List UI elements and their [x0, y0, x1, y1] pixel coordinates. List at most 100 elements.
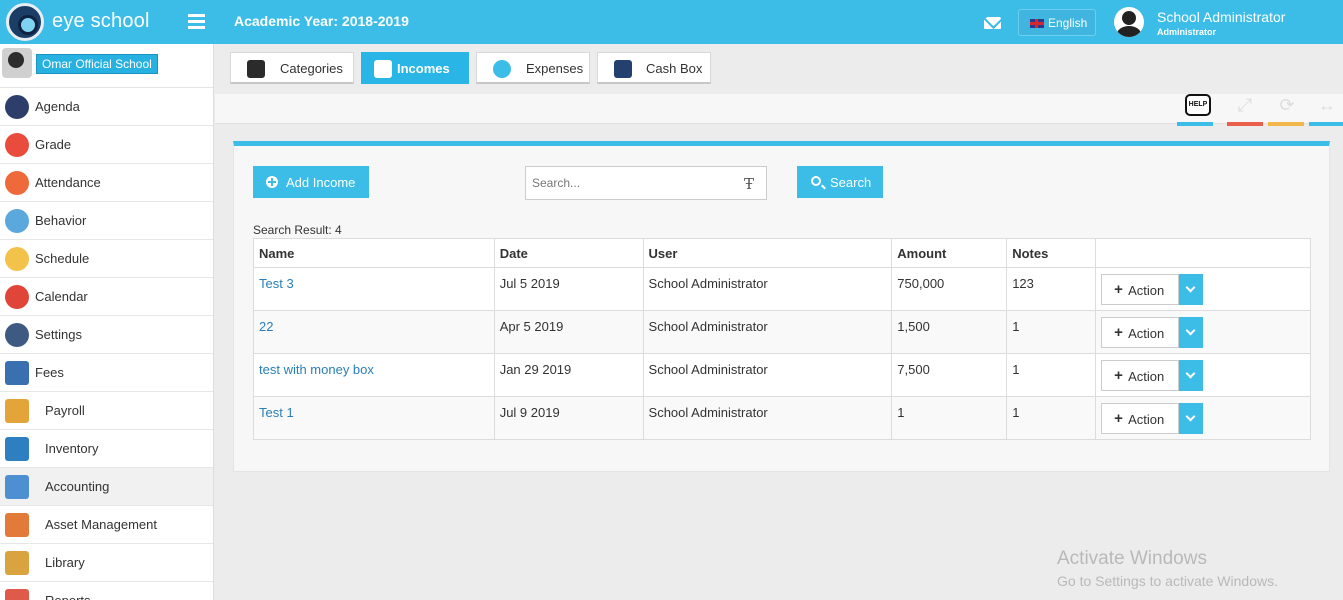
avatar[interactable]: [1114, 7, 1144, 37]
tab-expenses[interactable]: Expenses: [476, 52, 590, 84]
eye-school-logo[interactable]: [6, 3, 44, 41]
tab-categories[interactable]: Categories: [230, 52, 354, 84]
table-row: 22 Apr 5 2019 School Administrator 1,500 1 + A…: [253, 310, 1311, 354]
tab-cash-box[interactable]: Cash Box: [597, 52, 711, 84]
refresh-underline: [1268, 122, 1304, 126]
sidebar-item-calendar[interactable]: Calendar: [0, 278, 213, 316]
search-result-count: Search Result: 4: [253, 223, 342, 237]
cell-name: Test 1: [253, 396, 495, 440]
column-header-amount: Amount: [891, 238, 1008, 268]
incomes-icon: [374, 60, 392, 78]
help-icon[interactable]: HELP: [1185, 94, 1211, 116]
library-icon: [5, 551, 29, 575]
column-header-user: User: [642, 238, 893, 268]
reports-icon: [5, 589, 29, 600]
cell-actions: + Action: [1095, 353, 1311, 397]
attendance-icon: [5, 171, 29, 195]
sidebar-item-label: Fees: [35, 365, 64, 380]
fees-icon: [5, 361, 29, 385]
sidebar-item-schedule[interactable]: Schedule: [0, 240, 213, 278]
search-box: Ŧ: [525, 166, 767, 200]
action-label: Action: [1128, 326, 1165, 341]
sidebar-item-settings[interactable]: Settings: [0, 316, 213, 354]
incomes-table: Name Date User Amount Notes Test 3 Jul 5 …: [253, 238, 1311, 440]
sidebar-item-label: Schedule: [35, 251, 90, 266]
add-income-button[interactable]: Add Income: [253, 166, 369, 198]
search-button-label: Search: [830, 175, 872, 190]
accounting-icon: [5, 475, 29, 499]
action-button[interactable]: + Action: [1101, 317, 1180, 348]
sidebar-item-attendance[interactable]: Attendance: [0, 164, 213, 202]
user-name[interactable]: School Administrator: [1157, 9, 1285, 25]
sidebar-item-behavior[interactable]: Behavior: [0, 202, 213, 240]
expand-horizontal-icon[interactable]: ↔: [1317, 96, 1337, 114]
sidebar-item-agenda[interactable]: Agenda: [0, 88, 213, 126]
cell-amount: 750,000: [891, 267, 1008, 311]
mail-icon[interactable]: [984, 17, 1001, 29]
uk-flag-icon: [1030, 19, 1044, 28]
grade-icon: [5, 133, 29, 157]
sidebar-item-label: Calendar: [35, 289, 88, 304]
sidebar-item-reports[interactable]: Reports: [0, 582, 213, 600]
payroll-icon: [5, 399, 29, 423]
action-dropdown-toggle[interactable]: [1179, 403, 1204, 434]
language-button[interactable]: English: [1018, 9, 1096, 36]
school-name-badge[interactable]: Omar Official School: [36, 54, 158, 74]
column-header-notes: Notes: [1006, 238, 1097, 268]
top-bar: eye school Academic Year: 2018-2019 Engl…: [0, 0, 1343, 44]
fullscreen-icon[interactable]: ⤢: [1235, 96, 1255, 114]
action-dropdown-toggle[interactable]: [1179, 317, 1204, 348]
tab-label: Incomes: [397, 61, 450, 76]
income-name-link[interactable]: Test 3: [259, 276, 294, 291]
action-button[interactable]: + Action: [1101, 360, 1180, 391]
sidebar-item-grade[interactable]: Grade: [0, 126, 213, 164]
sidebar: Omar Official School Agenda Grade Attendan…: [0, 44, 214, 600]
cell-notes: 123: [1006, 267, 1097, 311]
incomes-panel: Add Income Ŧ Search Search Result: 4 Nam…: [233, 141, 1330, 472]
action-dropdown-toggle[interactable]: [1179, 360, 1204, 391]
action-dropdown-toggle[interactable]: [1179, 274, 1204, 305]
menu-toggle-icon[interactable]: [188, 14, 205, 29]
search-button[interactable]: Search: [797, 166, 883, 198]
cell-user: School Administrator: [642, 267, 893, 311]
panel-toolstrip: HELP ⤢ ⟳ ↔: [215, 94, 1343, 126]
settings-icon: [5, 323, 29, 347]
expand-underline: [1309, 122, 1343, 126]
sidebar-item-label: Library: [45, 555, 85, 570]
school-row: Omar Official School: [0, 44, 213, 88]
sidebar-item-payroll[interactable]: Payroll: [0, 392, 213, 430]
plus-icon: +: [1114, 281, 1123, 298]
plus-circle-icon: [266, 176, 278, 188]
sidebar-item-inventory[interactable]: Inventory: [0, 430, 213, 468]
income-name-link[interactable]: Test 1: [259, 405, 294, 420]
school-avatar: [2, 48, 32, 78]
cell-notes: 1: [1006, 310, 1097, 354]
sidebar-item-fees[interactable]: Fees: [0, 354, 213, 392]
search-input[interactable]: [526, 167, 736, 199]
help-underline: [1177, 122, 1213, 126]
tab-incomes[interactable]: Incomes: [361, 52, 469, 84]
action-button-group: + Action: [1101, 317, 1204, 348]
activate-windows-title: Activate Windows: [1057, 548, 1207, 569]
sidebar-item-asset-management[interactable]: Asset Management: [0, 506, 213, 544]
table-header-row: Name Date User Amount Notes: [253, 238, 1311, 268]
sidebar-item-library[interactable]: Library: [0, 544, 213, 582]
action-button[interactable]: + Action: [1101, 403, 1180, 434]
cell-name: Test 3: [253, 267, 495, 311]
income-name-link[interactable]: test with money box: [259, 362, 374, 377]
income-name-link[interactable]: 22: [259, 319, 273, 334]
refresh-icon[interactable]: ⟳: [1277, 96, 1297, 114]
sidebar-item-label: Settings: [35, 327, 82, 342]
cell-amount: 1,500: [891, 310, 1008, 354]
text-format-icon: Ŧ: [744, 175, 755, 193]
cell-actions: + Action: [1095, 396, 1311, 440]
cell-user: School Administrator: [642, 353, 893, 397]
action-button[interactable]: + Action: [1101, 274, 1180, 305]
sidebar-item-accounting[interactable]: Accounting: [0, 468, 213, 506]
action-label: Action: [1128, 369, 1165, 384]
cell-actions: + Action: [1095, 310, 1311, 354]
add-income-label: Add Income: [286, 175, 356, 190]
plus-icon: +: [1114, 324, 1123, 341]
language-label: English: [1048, 16, 1088, 30]
column-header-name: Name: [253, 238, 495, 268]
